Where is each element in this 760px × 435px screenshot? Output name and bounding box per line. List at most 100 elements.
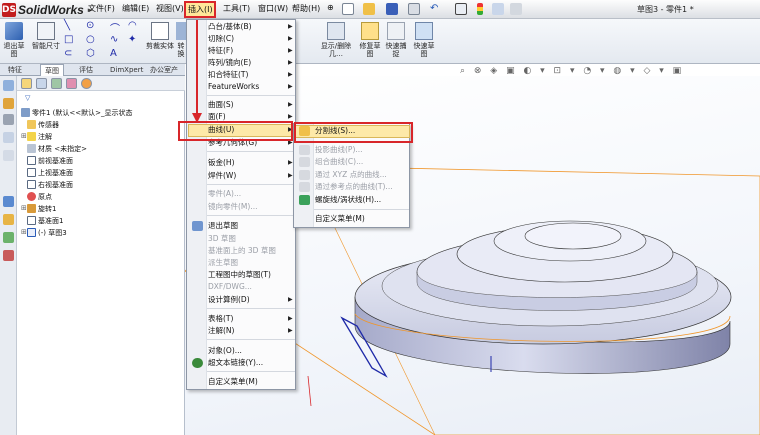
menu-view[interactable]: 视图(V) — [156, 3, 184, 14]
menu-item-composite-curve[interactable]: 组合曲线(C)... — [295, 156, 410, 168]
tab-features[interactable]: 特征 — [4, 64, 26, 76]
spline-icon[interactable]: ∿ — [110, 34, 118, 45]
menu-item-surface[interactable]: 曲面(S) ▶ — [188, 99, 296, 111]
menu-item-exit-sketch[interactable]: 退出草图 — [188, 220, 296, 232]
appearance-icon[interactable] — [3, 196, 14, 207]
show-delete-relations-button[interactable]: 显示/删除几… — [318, 22, 354, 58]
tree-item-material[interactable]: 材质 <未指定> — [27, 144, 87, 154]
polygon-icon[interactable]: ⬡ — [86, 48, 95, 59]
menu-item-fastening[interactable]: 扣合特征(T) ▶ — [188, 69, 296, 81]
line-icon[interactable]: ╲ — [64, 20, 70, 31]
ellipse-icon[interactable]: ○ — [86, 34, 95, 45]
open-folder-icon[interactable] — [363, 3, 375, 15]
fast-sketch-button[interactable]: 快速草图 — [412, 22, 436, 58]
tree-item-plane1[interactable]: 基准面1 — [27, 216, 63, 226]
view-palette-icon[interactable] — [3, 150, 14, 161]
undo-icon[interactable]: ↶ — [430, 3, 438, 14]
menu-item-mirror-part[interactable]: 镜向零件(M)... — [188, 201, 296, 213]
sim-icon[interactable] — [3, 250, 14, 261]
menu-item-sheet-metal[interactable]: 钣金(H) ▶ — [188, 157, 296, 169]
tab-evaluate[interactable]: 评估 — [75, 64, 97, 76]
menu-item-helix-spiral[interactable]: 螺旋线/涡状线(H)... — [295, 194, 410, 206]
dimxpert-tab-icon[interactable] — [66, 78, 77, 89]
view-cube-icon[interactable] — [3, 80, 14, 91]
menu-item-design-study[interactable]: 设计算例(D) ▶ — [188, 294, 296, 306]
tab-office-products[interactable]: 办公室产品 — [146, 64, 185, 86]
tree-item-revolve[interactable]: 旋转1 — [27, 204, 56, 214]
quick-snaps-button[interactable]: 快速捕捉 — [384, 22, 408, 58]
menu-item-customize-menu[interactable]: 自定义菜单(M) — [188, 376, 296, 388]
menu-item-derived-sketch[interactable]: 派生草图 — [188, 257, 296, 269]
menu-item-weldments[interactable]: 焊件(W) ▶ — [188, 170, 296, 182]
config-manager-tab-icon[interactable] — [51, 78, 62, 89]
rectangle-icon[interactable]: □ — [64, 34, 73, 45]
expand-toggle-icon[interactable]: ⊞ — [21, 132, 27, 140]
menu-item-part[interactable]: 零件(A)... — [188, 188, 296, 200]
menu-item-3d-sketch[interactable]: 3D 草图 — [188, 233, 296, 245]
smart-dimension-button[interactable]: 智能尺寸 — [32, 22, 60, 50]
tree-item-sketch3[interactable]: (-) 草图3 — [27, 228, 67, 238]
explorer-icon[interactable] — [3, 132, 14, 143]
tree-item-top-plane[interactable]: 上视基准面 — [27, 168, 73, 178]
menu-item-features[interactable]: 特征(F) ▶ — [188, 45, 296, 57]
menu-item-curve-ref-points[interactable]: 通过参考点的曲线(T)... — [295, 181, 410, 193]
menu-item-object[interactable]: 对象(O)... — [188, 345, 296, 357]
tree-item-front-plane[interactable]: 前视基准面 — [27, 156, 73, 166]
arc-icon[interactable]: ⌒ — [110, 20, 120, 35]
tree-item-sensors[interactable]: 传感器 — [27, 120, 59, 130]
menu-tools[interactable]: 工具(T) — [223, 3, 250, 14]
menu-item-customize-submenu[interactable]: 自定义菜单(M) — [295, 213, 410, 225]
save-icon[interactable] — [386, 3, 398, 15]
menu-item-3d-sketch-on-plane[interactable]: 基准面上的 3D 草图 — [188, 245, 296, 257]
exit-sketch-button[interactable]: 退出草图 — [2, 22, 26, 58]
feature-tree-tab-icon[interactable] — [21, 78, 32, 89]
rebuild-icon[interactable] — [492, 3, 504, 15]
menu-item-dxf-dwg[interactable]: DXF/DWG... — [188, 281, 296, 293]
tab-sketch[interactable]: 草图 — [40, 64, 64, 76]
tree-item-origin[interactable]: 原点 — [27, 192, 52, 202]
menu-item-hyperlink[interactable]: 超文本链接(Y)... — [188, 357, 296, 369]
menu-window[interactable]: 窗口(W) — [258, 3, 288, 14]
decals-icon[interactable] — [3, 232, 14, 243]
expand-toggle-icon[interactable]: ⊞ — [21, 204, 27, 212]
point-icon[interactable]: ✦ — [128, 34, 136, 45]
expand-toggle-icon[interactable]: ⊞ — [21, 228, 27, 236]
menu-item-tables[interactable]: 表格(T) ▶ — [188, 313, 296, 325]
menu-item-pattern-mirror[interactable]: 阵列/镜向(E) ▶ — [188, 57, 296, 69]
menu-item-annotations[interactable]: 注解(N) ▶ — [188, 325, 296, 337]
menu-help[interactable]: 帮助(H) — [292, 3, 320, 14]
menu-item-projected-curve[interactable]: 投影曲线(P)... — [295, 144, 410, 156]
tree-item-right-plane[interactable]: 右视基准面 — [27, 180, 73, 190]
menu-insert[interactable]: 插入(I) — [188, 4, 213, 15]
trim-entities-button[interactable]: 剪裁实体 — [146, 22, 174, 50]
tab-dimxpert[interactable]: DimXpert — [106, 64, 147, 76]
repair-sketch-button[interactable]: 修复草图 — [358, 22, 382, 58]
menu-item-curve-xyz[interactable]: 通过 XYZ 点的曲线... — [295, 169, 410, 181]
property-manager-tab-icon[interactable] — [36, 78, 47, 89]
select-cursor-icon[interactable] — [455, 3, 467, 15]
filter-icon[interactable]: ▽ — [25, 94, 30, 102]
menu-item-boss-base[interactable]: 凸台/基体(B) ▶ — [188, 21, 296, 33]
task-folder-icon[interactable] — [3, 98, 14, 109]
display-manager-tab-icon[interactable] — [81, 78, 92, 89]
menu-item-cut[interactable]: 切除(C) ▶ — [188, 33, 296, 45]
print-icon[interactable] — [408, 3, 420, 15]
traffic-light-icon[interactable] — [477, 3, 483, 15]
menu-file[interactable]: 文件(F) — [88, 3, 115, 14]
menu-edit[interactable]: 编辑(E) — [122, 3, 149, 14]
slot-icon[interactable]: ⊂ — [64, 48, 72, 59]
parts-icon[interactable] — [3, 114, 14, 125]
app-logo[interactable]: DS SolidWorks ► — [2, 2, 93, 17]
tangent-arc-icon[interactable]: ◠ — [128, 20, 137, 31]
menu-item-sketch-from-drawing[interactable]: 工程图中的草图(T) — [188, 269, 296, 281]
circle-icon[interactable]: ⊙ — [86, 20, 94, 31]
tree-item-annotations[interactable]: 注解 — [27, 132, 52, 142]
heads-up-view-toolbar[interactable]: ⌕ ⊗ ◈ ▣ ◐ ▾ ⊡ ▾ ◔ ▾ ◍ ▾ ◇ ▾ ▣ — [460, 66, 684, 76]
menu-item-featureworks[interactable]: FeatureWorks ▶ — [188, 81, 296, 93]
text-icon[interactable]: A — [110, 48, 117, 59]
pin-icon[interactable]: ⊕ — [327, 3, 334, 12]
new-doc-icon[interactable] — [342, 3, 354, 15]
custom-props-icon[interactable] — [3, 214, 14, 225]
tree-root[interactable]: 零件1 (默认<<默认>_显示状态 — [21, 108, 133, 118]
options-icon[interactable] — [510, 3, 522, 15]
